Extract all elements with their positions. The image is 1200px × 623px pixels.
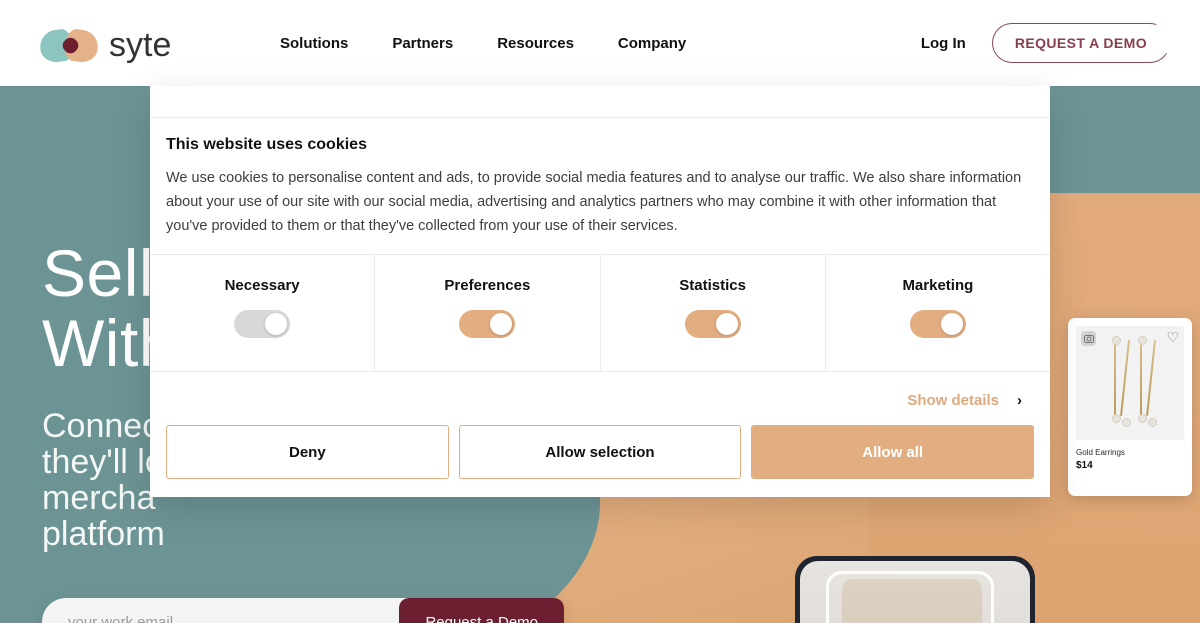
show-details-row: Show details › — [150, 372, 1050, 425]
visual-search-selection-box — [826, 571, 994, 623]
marketing-toggle[interactable] — [909, 310, 966, 338]
heart-icon[interactable]: ♡ — [1166, 330, 1179, 344]
cookie-category-toggles: Necessary Preferences Statistics Marketi… — [150, 254, 1050, 372]
cookie-dialog-title: This website uses cookies — [166, 136, 367, 153]
phone-screen — [800, 561, 1030, 623]
site-header: syte Solutions Partners Resources Compan… — [0, 0, 1200, 86]
cookie-category-marketing: Marketing — [826, 255, 1050, 371]
cookie-category-label: Statistics — [679, 277, 746, 294]
request-demo-submit-button[interactable]: Request a Demo — [399, 598, 564, 623]
statistics-toggle[interactable] — [684, 310, 741, 338]
cookie-dialog-topbar — [150, 86, 1050, 118]
cookie-category-label: Marketing — [902, 277, 974, 294]
cookie-action-buttons: Deny Allow selection Allow all — [150, 425, 1050, 497]
login-link[interactable]: Log In — [921, 35, 966, 52]
product-price: $14 — [1076, 460, 1093, 471]
cookie-category-preferences: Preferences — [375, 255, 601, 371]
main-nav: Solutions Partners Resources Company — [280, 0, 686, 86]
request-a-demo-button[interactable]: REQUEST A DEMO — [991, 23, 1170, 63]
product-image: ♡ — [1076, 326, 1184, 440]
product-name: Gold Earrings — [1076, 448, 1125, 457]
header-actions: Log In REQUEST A DEMO — [921, 0, 1170, 86]
nav-item-partners[interactable]: Partners — [392, 35, 453, 52]
nav-item-resources[interactable]: Resources — [497, 35, 574, 52]
necessary-toggle[interactable] — [234, 310, 291, 338]
cookie-dialog-description: We use cookies to personalise content an… — [166, 170, 1022, 234]
email-capture-bar: Request a Demo — [42, 598, 564, 623]
camera-icon[interactable] — [1081, 331, 1096, 346]
cookie-category-label: Preferences — [444, 277, 531, 294]
cookie-consent-dialog: This website uses cookies We use cookies… — [150, 86, 1050, 497]
deny-button[interactable]: Deny — [166, 425, 449, 479]
page-root: Sell With Connect they'll lo mercha plat… — [0, 0, 1200, 623]
product-card[interactable]: ♡ Gold Earrings $14 — [1068, 318, 1192, 496]
chevron-right-icon[interactable]: › — [1017, 392, 1022, 409]
allow-selection-button[interactable]: Allow selection — [458, 425, 742, 479]
syte-butterfly-logo-icon — [37, 27, 101, 64]
cookie-category-necessary: Necessary — [150, 255, 376, 371]
cookie-category-label: Necessary — [224, 277, 300, 294]
nav-item-solutions[interactable]: Solutions — [280, 35, 348, 52]
nav-item-company[interactable]: Company — [618, 35, 686, 52]
site-logo[interactable]: syte — [37, 26, 172, 65]
cookie-category-statistics: Statistics — [601, 255, 826, 371]
preferences-toggle[interactable] — [459, 310, 516, 338]
logo-wordmark: syte — [109, 26, 172, 64]
phone-mockup — [795, 556, 1035, 623]
cookie-dialog-body: This website uses cookies We use cookies… — [150, 118, 1050, 254]
allow-all-button[interactable]: Allow all — [751, 425, 1035, 479]
show-details-link[interactable]: Show details — [907, 392, 999, 409]
email-input[interactable] — [66, 612, 400, 623]
